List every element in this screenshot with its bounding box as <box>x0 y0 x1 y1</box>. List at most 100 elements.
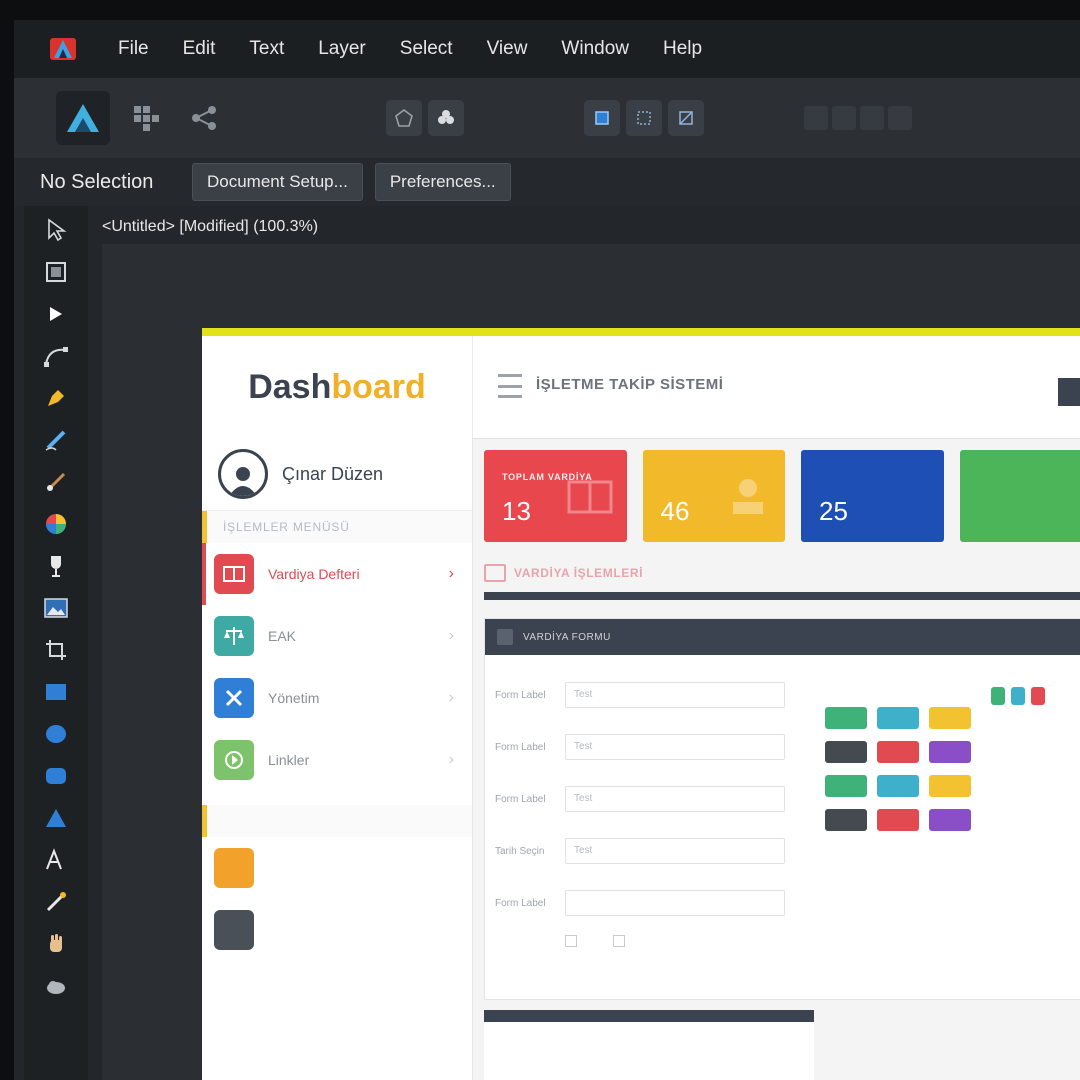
sidebar-item-logout[interactable] <box>202 899 472 961</box>
pencil-tool[interactable] <box>39 426 73 454</box>
swatch-green[interactable] <box>991 687 1005 705</box>
color-button-swatch[interactable] <box>877 775 919 797</box>
ellipse-tool[interactable] <box>39 720 73 748</box>
header-button[interactable] <box>1058 378 1080 406</box>
color-button-swatch[interactable] <box>825 775 867 797</box>
add-boolean-button[interactable] <box>804 106 828 130</box>
selection-box-icon <box>637 111 651 125</box>
color-button-swatch[interactable] <box>929 775 971 797</box>
snap-transform-button[interactable] <box>668 100 704 136</box>
triangle-tool[interactable] <box>39 804 73 832</box>
sidebar-item-vardiya-defteri[interactable]: Vardiya Defteri › <box>202 543 472 605</box>
chevron-right-icon: › <box>448 627 454 644</box>
mini-swatches <box>991 687 1045 705</box>
snap-selection-button[interactable] <box>626 100 662 136</box>
divide-boolean-button[interactable] <box>888 106 912 130</box>
form-input[interactable]: Test <box>565 734 785 760</box>
artboard-tool[interactable] <box>39 258 73 286</box>
color-button-swatch[interactable] <box>929 809 971 831</box>
menu-window[interactable]: Window <box>561 38 629 60</box>
dashboard-brand: Dash board <box>202 336 473 438</box>
transparency-tool[interactable] <box>39 552 73 580</box>
menu-edit[interactable]: Edit <box>183 38 216 60</box>
form-input[interactable]: Test <box>565 786 785 812</box>
monitor-screen: File Edit Text Layer Select View Window … <box>14 20 1080 1080</box>
sidebar-item-linkler[interactable]: Linkler › <box>202 729 472 791</box>
color-picker-tool[interactable] <box>39 888 73 916</box>
sidebar-item-eak[interactable]: EAK › <box>202 605 472 667</box>
flower-shape-button[interactable] <box>428 100 464 136</box>
pencil-icon <box>45 430 66 451</box>
preferences-button[interactable]: Preferences... <box>374 163 511 201</box>
sidebar-item-label: Linkler <box>268 752 310 768</box>
pixel-grid-icon <box>134 106 159 131</box>
section-title: VARDİYA İŞLEMLERİ <box>484 564 1080 582</box>
menu-layer[interactable]: Layer <box>318 38 366 60</box>
stat-card-4[interactable] <box>959 450 1080 542</box>
sidebar-item-orange[interactable] <box>202 837 472 899</box>
color-button-swatch[interactable] <box>929 707 971 729</box>
move-tool[interactable] <box>39 216 73 244</box>
designer-persona-button[interactable] <box>56 91 110 145</box>
stat-card-3[interactable]: 25 <box>801 450 944 542</box>
panel-header: VARDİYA FORMU <box>485 619 1080 655</box>
menu-text[interactable]: Text <box>249 38 284 60</box>
color-button-swatch[interactable] <box>825 707 867 729</box>
fill-tool[interactable] <box>39 510 73 538</box>
canvas-area[interactable]: Dash board İŞLETME TAKİP SİSTEMİ Çınar Dü… <box>102 244 1080 1080</box>
color-button-swatch[interactable] <box>825 809 867 831</box>
date-input[interactable]: Test <box>565 838 785 864</box>
rounded-rectangle-tool[interactable] <box>39 762 73 790</box>
swatch-red[interactable] <box>1031 687 1045 705</box>
menu-file[interactable]: File <box>118 38 149 60</box>
color-button-swatch[interactable] <box>929 741 971 763</box>
intersect-boolean-button[interactable] <box>860 106 884 130</box>
color-button-swatch[interactable] <box>877 809 919 831</box>
pixel-persona-button[interactable] <box>124 96 168 140</box>
document-setup-button[interactable]: Document Setup... <box>192 163 363 201</box>
document-title: <Untitled> [Modified] (100.3%) <box>102 218 319 235</box>
checkbox[interactable] <box>565 935 583 947</box>
point-transform-tool[interactable] <box>39 342 73 370</box>
export-persona-button[interactable] <box>182 96 226 140</box>
node-tool[interactable] <box>39 300 73 328</box>
form-label: Form Label <box>495 741 546 753</box>
vector-brush-tool[interactable] <box>39 468 73 496</box>
form-input[interactable]: Test <box>565 682 785 708</box>
sidebar-item-yonetim[interactable]: Yönetim › <box>202 667 472 729</box>
menu-section-title-2 <box>202 805 472 837</box>
stat-card-total-shift[interactable]: TOPLAM VARDİYA 13 <box>484 450 627 542</box>
pen-tool[interactable] <box>39 384 73 412</box>
view-tool[interactable] <box>39 930 73 958</box>
subtract-boolean-button[interactable] <box>832 106 856 130</box>
share-nodes-icon <box>192 106 216 130</box>
pentagon-icon <box>395 109 413 127</box>
menu-select[interactable]: Select <box>400 38 453 60</box>
color-button-swatch[interactable] <box>877 741 919 763</box>
menu-view[interactable]: View <box>487 38 528 60</box>
sidebar-item-label: EAK <box>268 628 297 644</box>
checkbox[interactable] <box>613 935 631 947</box>
rectangle-icon <box>46 684 66 700</box>
hamburger-menu-icon[interactable] <box>498 374 522 398</box>
stat-card-2[interactable]: 46 <box>642 450 785 542</box>
artistic-text-tool[interactable] <box>39 846 73 874</box>
form-input[interactable] <box>565 890 785 916</box>
cloud-icon <box>47 981 65 994</box>
button-swatch-grid <box>825 707 971 831</box>
snap-bounding-button[interactable] <box>584 100 620 136</box>
dashboard-artboard[interactable]: Dash board İŞLETME TAKİP SİSTEMİ Çınar Dü… <box>202 328 1080 1080</box>
place-image-tool[interactable] <box>39 594 73 622</box>
move-forward-button[interactable] <box>386 100 422 136</box>
panel-header-icon <box>497 629 513 645</box>
crop-tool[interactable] <box>39 636 73 664</box>
hand-icon <box>50 934 62 952</box>
zoom-tool[interactable] <box>39 972 73 1000</box>
bottom-panel <box>484 1010 814 1080</box>
color-button-swatch[interactable] <box>825 741 867 763</box>
menu-help[interactable]: Help <box>663 38 702 60</box>
color-button-swatch[interactable] <box>877 707 919 729</box>
chevron-right-icon: › <box>448 689 454 706</box>
swatch-teal[interactable] <box>1011 687 1025 705</box>
rectangle-tool[interactable] <box>39 678 73 706</box>
